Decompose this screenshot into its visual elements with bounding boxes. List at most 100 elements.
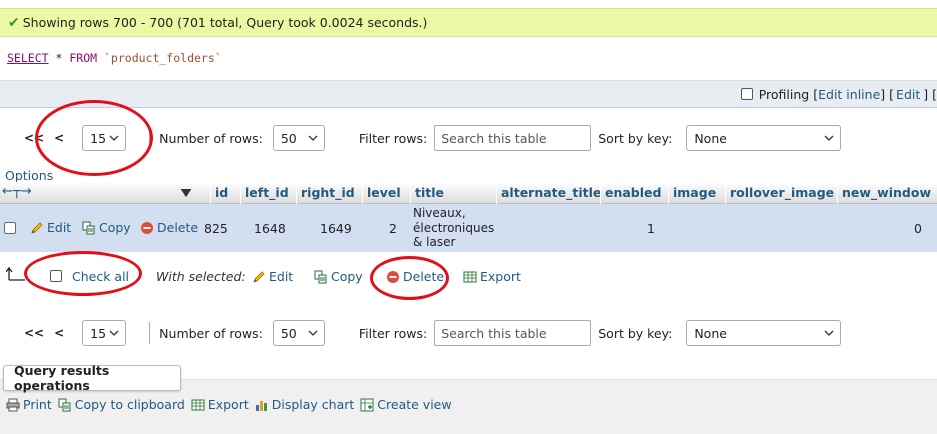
rows-per-page-select[interactable]: 50: [272, 125, 325, 151]
sql-from-keyword: FROM: [69, 51, 98, 65]
print-button[interactable]: Print: [6, 397, 52, 412]
column-header-image[interactable]: image: [668, 182, 716, 204]
sort-label: Sort by key:: [598, 130, 673, 146]
rows-label-bottom: Number of rows:: [159, 325, 263, 341]
bulk-copy-label: Copy: [331, 269, 363, 284]
column-header-level[interactable]: level: [362, 182, 401, 204]
bar-chart-icon: [255, 400, 267, 411]
sql-select-keyword[interactable]: SELECT: [7, 51, 49, 65]
export-icon: [463, 271, 477, 282]
create-view-label: Create view: [377, 397, 452, 412]
copy-icon: [314, 270, 327, 283]
pencil-icon: [253, 270, 265, 283]
chevron-down-icon: [824, 330, 834, 336]
edit-inline-link[interactable]: Edit inline: [818, 87, 880, 102]
column-header-rollover-image[interactable]: rollover_image: [725, 182, 834, 204]
annotation-circle-delete: [370, 256, 449, 300]
column-header-alternate-title[interactable]: alternate_title: [496, 182, 601, 204]
pencil-icon: [31, 221, 43, 234]
chevron-down-icon: [308, 330, 318, 336]
copy-icon: [82, 221, 95, 234]
column-header-enabled[interactable]: enabled: [600, 182, 661, 204]
column-header-right-id[interactable]: right_id: [296, 182, 355, 204]
bulk-export-button[interactable]: Export: [463, 269, 521, 284]
export-button[interactable]: Export: [191, 397, 249, 412]
sort-select-value: None: [694, 325, 727, 341]
with-selected-label: With selected:: [156, 269, 246, 284]
copy-to-clipboard-button[interactable]: Copy to clipboard: [58, 397, 185, 412]
nav-separator: [149, 322, 151, 344]
rows-per-page-select-bottom[interactable]: 50: [272, 320, 325, 346]
checkmark-icon: ✔: [8, 14, 20, 31]
bulk-copy-button[interactable]: Copy: [314, 269, 363, 284]
sql-query-box: SELECT * FROM `product_folders`: [0, 37, 937, 81]
row-copy-button[interactable]: Copy: [82, 220, 131, 235]
row-delete-label: Delete: [157, 220, 199, 235]
display-chart-button[interactable]: Display chart: [255, 397, 355, 412]
rows-label: Number of rows:: [159, 130, 263, 146]
profiling-bar: Profiling [Edit inline] [Edit] [: [0, 81, 937, 108]
row-delete-button[interactable]: Delete: [140, 220, 198, 235]
cell-new-window: 0: [914, 221, 922, 236]
results-table-header: ←┬→ id left_id right_id level title alte…: [0, 182, 937, 204]
first-page-button-bottom[interactable]: <<: [24, 326, 44, 340]
filter-label-bottom: Filter rows:: [358, 325, 428, 341]
create-view-button[interactable]: Create view: [360, 397, 452, 412]
query-results-operations-legend: Query results operations: [3, 363, 181, 393]
row-edit-label: Edit: [47, 220, 72, 235]
delete-icon: [141, 221, 153, 234]
page-select-value: 15: [90, 325, 107, 341]
cell-left-id: 1648: [254, 221, 286, 236]
chevron-down-icon: [308, 135, 318, 141]
chevron-down-icon: [109, 330, 119, 336]
column-header-left-id[interactable]: left_id: [240, 182, 289, 204]
column-header-title[interactable]: title: [410, 182, 444, 204]
filter-rows-input[interactable]: Search this table: [434, 125, 592, 151]
profiling-checkbox[interactable]: [740, 88, 753, 100]
rows-select-value: 50: [280, 130, 297, 146]
row-copy-label: Copy: [99, 220, 131, 235]
column-resize-arrows-icon: ←┬→: [2, 184, 32, 199]
cell-id: 825: [204, 221, 228, 236]
sort-dropdown-icon[interactable]: [180, 189, 192, 198]
cell-enabled: 1: [647, 221, 655, 236]
cell-level: 2: [389, 221, 397, 236]
sort-key-select-bottom[interactable]: None: [686, 320, 842, 346]
options-link[interactable]: Options: [5, 168, 53, 183]
bulk-edit-button[interactable]: Edit: [252, 269, 293, 284]
create-view-icon: [360, 398, 374, 411]
bracket-open-2: [: [889, 86, 895, 102]
rows-select-value: 50: [280, 325, 297, 341]
filter-rows-input-bottom[interactable]: Search this table: [434, 320, 592, 346]
copy-to-clipboard-label: Copy to clipboard: [74, 397, 185, 412]
bottom-pagination-nav: << < 15 Number of rows: 50 Filter rows: …: [0, 314, 937, 352]
table-row: Edit Copy Delete 825 1648 1649 2 Niveaux…: [0, 204, 937, 252]
prev-page-button-bottom[interactable]: <: [54, 326, 64, 340]
filter-label: Filter rows:: [358, 130, 428, 146]
profiling-label: Profiling: [758, 86, 810, 102]
bulk-export-label: Export: [480, 269, 521, 284]
bulk-edit-label: Edit: [269, 269, 294, 284]
bracket-trailing: ] [: [923, 86, 937, 102]
column-header-id[interactable]: id: [210, 182, 228, 204]
sql-star: *: [55, 51, 63, 65]
success-message: ✔ Showing rows 700 - 700 (701 total, Que…: [0, 8, 937, 37]
query-operations-links: Print Copy to clipboard Export Display c…: [6, 397, 452, 412]
annotation-circle-check-all: [24, 251, 142, 296]
print-label: Print: [23, 397, 52, 412]
chevron-down-icon: [824, 135, 834, 141]
sort-key-select[interactable]: None: [686, 125, 842, 151]
success-message-text: Showing rows 700 - 700 (701 total, Query…: [22, 15, 428, 30]
sort-select-value: None: [694, 130, 727, 146]
page-select-bottom[interactable]: 15: [82, 320, 127, 346]
title-line-2: électroniques: [413, 220, 495, 235]
column-header-new-window[interactable]: new_window: [837, 182, 931, 204]
title-line-3: & laser: [413, 235, 456, 249]
cell-right-id: 1649: [320, 221, 352, 236]
sql-table-name: `product_folders`: [104, 51, 222, 65]
display-chart-label: Display chart: [271, 397, 355, 412]
export-icon: [191, 399, 205, 410]
edit-query-link[interactable]: Edit: [896, 87, 920, 102]
row-checkbox[interactable]: [4, 222, 16, 234]
row-edit-button[interactable]: Edit: [30, 220, 71, 235]
